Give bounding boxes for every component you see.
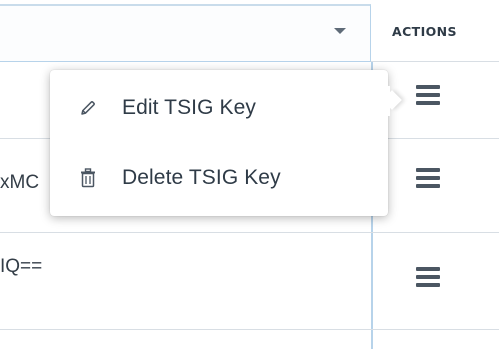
edit-tsig-key-menu-item[interactable]: Edit TSIG Key (50, 78, 388, 138)
pencil-icon (78, 98, 98, 118)
table-header-row: ACTIONS (0, 0, 499, 62)
row-actions-menu-icon[interactable] (416, 168, 440, 188)
key-value-cell: xMC (0, 172, 40, 193)
tsig-keys-table-view: ACTIONS xMC IQ== Edit TSIG Key Delete TS… (0, 0, 499, 349)
delete-tsig-key-label: Delete TSIG Key (122, 166, 281, 189)
row-actions-menu-icon[interactable] (416, 267, 440, 287)
table-row (0, 330, 499, 349)
table-row: IQ== (0, 233, 499, 330)
column-filter-dropdown[interactable] (0, 4, 371, 62)
row-action-popup-menu: Edit TSIG Key Delete TSIG Key (50, 70, 402, 216)
chevron-down-icon[interactable] (334, 28, 346, 34)
key-value-cell: IQ== (0, 256, 43, 277)
row-actions-menu-icon[interactable] (416, 85, 440, 105)
trash-icon (78, 168, 98, 188)
edit-tsig-key-label: Edit TSIG Key (122, 96, 256, 119)
delete-tsig-key-menu-item[interactable]: Delete TSIG Key (50, 148, 388, 208)
actions-column-header: ACTIONS (392, 23, 457, 39)
